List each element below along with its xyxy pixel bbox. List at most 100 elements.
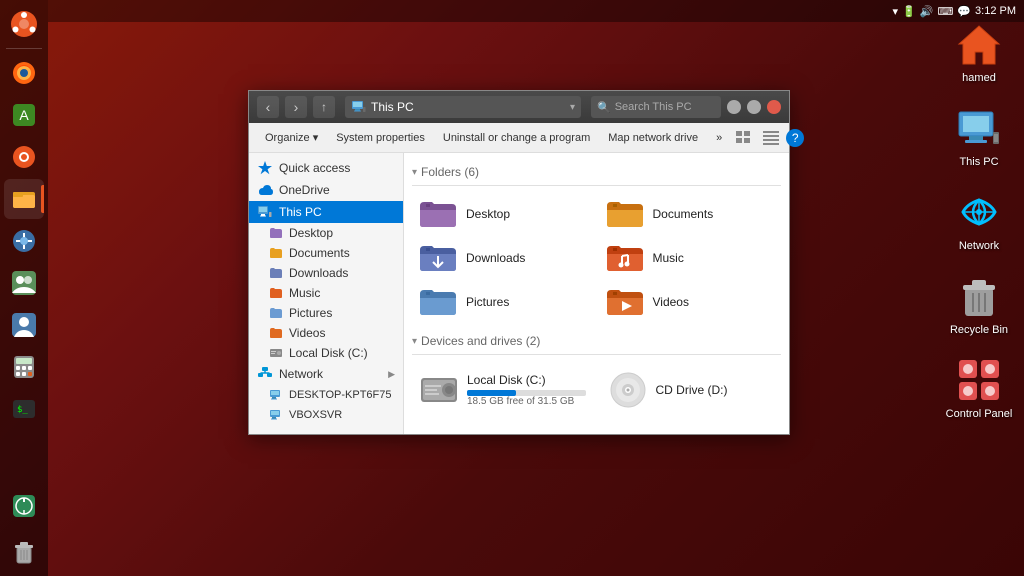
minimize-button[interactable] <box>727 100 741 114</box>
documents-sidebar-label: Documents <box>289 246 350 260</box>
nav-back-button[interactable]: ‹ <box>257 96 279 118</box>
network-icon <box>955 188 1003 236</box>
desktop-icon-hamed[interactable]: hamed <box>944 20 1014 84</box>
local-disk-c-info: Local Disk (C:) 18.5 GB free of 31.5 GB <box>467 373 586 407</box>
drive-item-d[interactable]: CD Drive (D:) <box>601 363 782 417</box>
software-center-icon: A <box>10 101 38 129</box>
pictures-folder-name: Pictures <box>466 295 509 309</box>
content-area: Quick access OneDrive This PC <box>249 153 789 434</box>
taskbar-people[interactable] <box>4 263 44 303</box>
control-panel-label: Control Panel <box>946 408 1013 420</box>
folder-item-downloads[interactable]: Downloads <box>412 238 595 278</box>
help-button[interactable]: ? <box>786 129 804 147</box>
close-button[interactable] <box>767 100 781 114</box>
svg-text:$_: $_ <box>17 405 28 415</box>
address-pc-icon <box>351 99 367 115</box>
svg-text:A: A <box>19 107 29 123</box>
ubuntu-icon <box>10 10 38 38</box>
sidebar-this-pc[interactable]: This PC <box>249 201 403 223</box>
sidebar-desktop[interactable]: Desktop <box>249 223 403 243</box>
folder-item-videos[interactable]: Videos <box>599 282 782 322</box>
music-folder-icon <box>269 286 283 300</box>
taskbar-software-center[interactable]: A <box>4 95 44 135</box>
local-disk-sidebar-label: Local Disk (C:) <box>289 346 368 360</box>
sidebar-videos[interactable]: Videos <box>249 323 403 343</box>
sidebar: Quick access OneDrive This PC <box>249 153 404 434</box>
taskbar-ubuntu-button[interactable] <box>4 4 44 44</box>
desktop-icon-network[interactable]: Network <box>944 188 1014 252</box>
vboxsvr-label: VBOXSVR <box>289 409 342 421</box>
sidebar-network[interactable]: Network ▶ <box>249 363 403 385</box>
folder-item-documents[interactable]: Documents <box>599 194 782 234</box>
pictures-folder-icon <box>269 306 283 320</box>
desktop-icon-recycle-bin[interactable]: Recycle Bin <box>944 272 1014 336</box>
music-sidebar-label: Music <box>289 286 320 300</box>
taskbar-firefox[interactable] <box>4 53 44 93</box>
desktop-icon-control-panel[interactable]: Control Panel <box>944 356 1014 420</box>
maximize-button[interactable] <box>747 100 761 114</box>
tray-volume-icon: 🔊 <box>920 5 934 18</box>
downloads-folder-name: Downloads <box>466 251 525 265</box>
network-expand-icon: ▶ <box>388 369 395 380</box>
this-pc-icon <box>955 104 1003 152</box>
system-tray: ▾ 🔋 🔊 ⌨ 💬 3:12 PM <box>893 5 1017 18</box>
sidebar-onedrive[interactable]: OneDrive <box>249 179 403 201</box>
people-icon <box>10 269 38 297</box>
drive-item-c[interactable]: Local Disk (C:) 18.5 GB free of 31.5 GB <box>412 363 593 417</box>
toolbar-view-controls: ? <box>732 127 804 149</box>
onedrive-icon <box>257 182 273 198</box>
window-controls <box>727 100 781 114</box>
address-bar[interactable]: This PC ▾ <box>345 96 581 118</box>
folder-item-desktop[interactable]: Desktop <box>412 194 595 234</box>
sidebar-quick-access[interactable]: Quick access <box>249 157 403 179</box>
devices-section-header[interactable]: ▾ Devices and drives (2) <box>412 334 781 348</box>
search-bar[interactable]: 🔍 Search This PC <box>591 96 721 118</box>
desktop-folder-name: Desktop <box>466 207 510 221</box>
videos-folder-name: Videos <box>653 295 689 309</box>
taskbar-system-settings[interactable] <box>4 137 44 177</box>
file-area: ▾ Folders (6) Desktop <box>404 153 789 434</box>
taskbar-calculator[interactable] <box>4 347 44 387</box>
drives-grid: Local Disk (C:) 18.5 GB free of 31.5 GB <box>412 363 781 417</box>
uninstall-button[interactable]: Uninstall or change a program <box>435 127 598 149</box>
nav-up-button[interactable]: ↑ <box>313 96 335 118</box>
system-bar: ▾ 🔋 🔊 ⌨ 💬 3:12 PM <box>48 0 1024 22</box>
sidebar-vboxsvr[interactable]: VBOXSVR <box>249 405 403 425</box>
taskbar-files[interactable] <box>4 179 44 219</box>
map-network-button[interactable]: Map network drive <box>600 127 706 149</box>
sidebar-downloads[interactable]: Downloads <box>249 263 403 283</box>
title-bar: ‹ › ↑ This PC ▾ 🔍 Search This PC <box>249 91 789 123</box>
sidebar-desktop-kpt[interactable]: DESKTOP-KPT6F75 <box>249 385 403 405</box>
sidebar-music[interactable]: Music <box>249 283 403 303</box>
sidebar-documents[interactable]: Documents <box>249 243 403 263</box>
system-time[interactable]: 3:12 PM <box>975 5 1016 17</box>
active-indicator <box>41 185 44 213</box>
nav-forward-button[interactable]: › <box>285 96 307 118</box>
folder-item-pictures[interactable]: Pictures <box>412 282 595 322</box>
desktop-icon-this-pc[interactable]: This PC <box>944 104 1014 168</box>
taskbar-maps[interactable] <box>4 486 44 526</box>
details-view-button[interactable] <box>759 127 783 149</box>
taskbar-contacts[interactable] <box>4 305 44 345</box>
tray-chat-icon: 💬 <box>957 5 971 18</box>
sidebar-local-disk[interactable]: Local Disk (C:) <box>249 343 403 363</box>
address-dropdown-btn[interactable]: ▾ <box>570 102 575 113</box>
taskbar-thunderbird[interactable] <box>4 221 44 261</box>
view-options-button[interactable] <box>732 127 756 149</box>
taskbar-terminal[interactable]: $_ <box>4 389 44 429</box>
more-toolbar-button[interactable]: » <box>708 127 730 149</box>
cd-drive-d-icon <box>608 370 648 410</box>
videos-folder-large-icon <box>605 286 645 318</box>
system-properties-button[interactable]: System properties <box>328 127 433 149</box>
taskbar-left: A <box>0 0 48 576</box>
folder-item-music[interactable]: Music <box>599 238 782 278</box>
documents-folder-icon <box>269 246 283 260</box>
music-folder-name: Music <box>653 251 684 265</box>
taskbar-trash[interactable] <box>4 532 44 572</box>
local-disk-c-size: 18.5 GB free of 31.5 GB <box>467 396 586 407</box>
folders-section-header[interactable]: ▾ Folders (6) <box>412 165 781 179</box>
organize-button[interactable]: Organize ▾ <box>257 127 326 149</box>
sidebar-pictures[interactable]: Pictures <box>249 303 403 323</box>
cd-drive-d-name: CD Drive (D:) <box>656 383 775 397</box>
tray-network-icon: ▾ <box>893 5 899 18</box>
